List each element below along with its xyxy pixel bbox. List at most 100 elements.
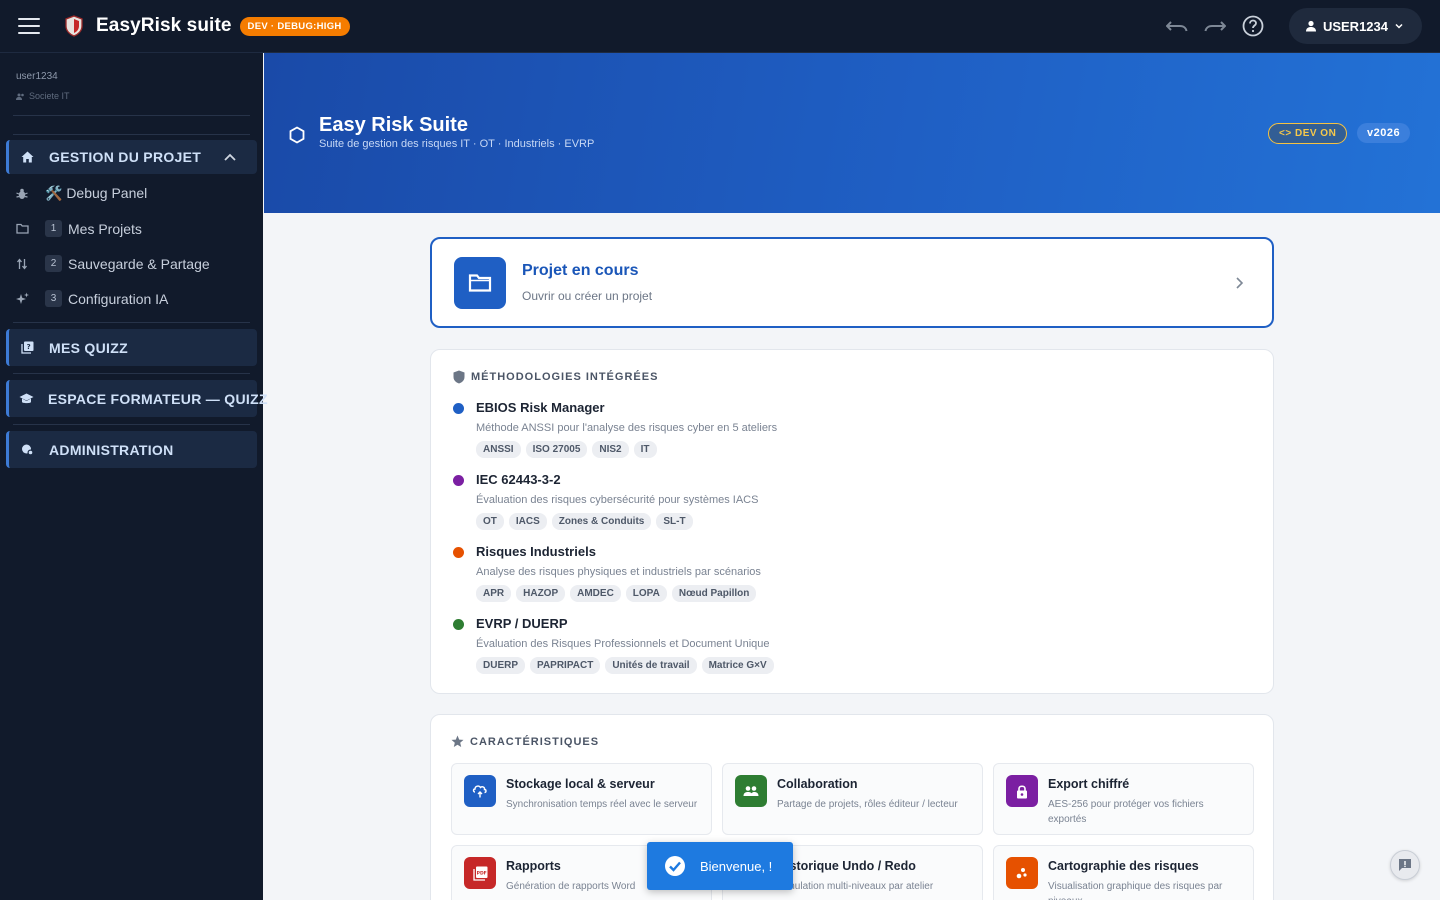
features-card: CARACTÉRISTIQUES Stockage local & serveu… [430, 714, 1274, 900]
methodology-tags: APR HAZOP AMDEC LOPA Nœud Papillon [476, 585, 1251, 602]
feature-title: Rapports [506, 859, 561, 873]
methodologies-card: MÉTHODOLOGIES INTÉGRÉES EBIOS Risk Manag… [430, 349, 1274, 694]
project-title: Projet en cours [522, 262, 639, 279]
admin-icon [19, 442, 35, 458]
feedback-button[interactable] [1390, 850, 1420, 880]
feature-title: Stockage local & serveur [506, 777, 655, 791]
sidebar-item-mes-projets[interactable]: 1 Mes Projets [0, 211, 263, 246]
methodology-tag: NIS2 [592, 441, 629, 458]
lock-icon [1006, 775, 1038, 807]
methodology-color-dot [453, 547, 464, 558]
current-project-card[interactable]: Projet en cours Ouvrir ou créer un proje… [430, 237, 1274, 328]
feature-title: Cartographie des risques [1048, 859, 1199, 873]
methodology-tag: LOPA [625, 585, 667, 602]
feature-description: Synchronisation temps réel avec le serve… [506, 799, 698, 810]
methodology-item: Risques Industriels Analyse des risques … [453, 544, 1251, 602]
sidebar-role: Societe IT [16, 91, 247, 101]
code-icon: <> [1279, 128, 1292, 139]
feature-item[interactable]: Cartographie des risques Visualisation g… [993, 845, 1254, 900]
sidebar-item-configuration-ia[interactable]: 3 Configuration IA [0, 281, 263, 316]
folder-icon [15, 222, 29, 236]
methodology-tag: IACS [508, 513, 547, 530]
redo-icon[interactable] [1203, 14, 1227, 38]
sidebar-section-administration[interactable]: ADMINISTRATION [6, 431, 257, 468]
chevron-down-icon [1395, 23, 1403, 29]
feedback-icon [1399, 859, 1411, 871]
methodology-tag: Matrice G×V [701, 657, 774, 674]
sidebar-item-sauvegarde-partage[interactable]: 2 Sauvegarde & Partage [0, 246, 263, 281]
methodology-tag: SL-T [656, 513, 693, 530]
step-number: 3 [45, 290, 62, 307]
methodology-title: Risques Industriels [476, 544, 596, 559]
undo-icon[interactable] [1165, 14, 1189, 38]
methodology-item: EVRP / DUERP Évaluation des Risques Prof… [453, 616, 1251, 674]
feature-item[interactable]: Collaboration Partage de projets, rôles … [722, 763, 983, 835]
methodology-title: IEC 62443-3-2 [476, 472, 561, 487]
user-menu-button[interactable]: USER1234 [1288, 8, 1422, 44]
methodology-description: Méthode ANSSI pour l'analyse des risques… [476, 422, 778, 434]
methodology-description: Analyse des risques physiques et industr… [476, 566, 761, 578]
methodologies-heading: MÉTHODOLOGIES INTÉGRÉES [453, 370, 1251, 384]
methodology-tag: Unités de travail [605, 657, 697, 674]
feature-description: Visualisation graphique des risques par … [1048, 881, 1223, 900]
methodology-tag: OT [476, 513, 504, 530]
welcome-toast: Bienvenue, ! [647, 842, 793, 890]
methodology-tag: HAZOP [516, 585, 566, 602]
hero-title: Easy Risk Suite [319, 114, 468, 136]
sidebar-item-debug-panel[interactable]: 🛠️ Debug Panel [0, 176, 263, 211]
methodology-title: EBIOS Risk Manager [476, 400, 605, 415]
sidebar-divider [13, 134, 250, 135]
sidebar-divider [13, 322, 250, 323]
methodology-tag: AMDEC [570, 585, 621, 602]
home-icon [19, 149, 35, 165]
menu-icon[interactable] [18, 18, 40, 34]
feature-title: Collaboration [777, 777, 858, 791]
step-number: 2 [45, 255, 62, 272]
chevron-right-icon [1236, 276, 1244, 289]
methodology-description: Évaluation des risques cybersécurité pou… [476, 494, 759, 506]
methodology-tag: PAPRIPACT [530, 657, 601, 674]
sparkle-icon [15, 292, 29, 306]
sidebar-section-espace-formateur[interactable]: ESPACE FORMATEUR — QUIZZ [6, 380, 267, 417]
sidebar-section-mes-quizz[interactable]: ? MES QUIZZ [6, 329, 257, 366]
help-icon[interactable] [1241, 14, 1265, 38]
methodology-item: IEC 62443-3-2 Évaluation des risques cyb… [453, 472, 1251, 530]
methodology-color-dot [453, 475, 464, 486]
sidebar: user1234 Societe IT GESTION DU PROJET 🛠️… [0, 53, 267, 900]
methodology-tag: ISO 27005 [525, 441, 588, 458]
sidebar-divider [13, 424, 250, 425]
svg-text:?: ? [26, 343, 30, 351]
dev-on-badge: <> DEV ON [1268, 123, 1348, 144]
methodology-description: Évaluation des Risques Professionnels et… [476, 638, 770, 650]
feature-item[interactable]: Export chiffré AES-256 pour protéger vos… [993, 763, 1254, 835]
feature-description: Partage de projets, rôles éditeur / lect… [777, 799, 958, 810]
group-icon [16, 93, 24, 100]
methodology-item: EBIOS Risk Manager Méthode ANSSI pour l'… [453, 400, 1251, 458]
pdf-icon: PDF [464, 857, 496, 889]
sidebar-section-gestion-projet[interactable]: GESTION DU PROJET [6, 140, 257, 174]
methodology-tag: DUERP [476, 657, 526, 674]
features-heading: CARACTÉRISTIQUES [451, 735, 1253, 748]
env-badge: DEV · DEBUG:HIGH [239, 16, 350, 36]
methodology-color-dot [453, 403, 464, 414]
methodology-tags: ANSSI ISO 27005 NIS2 IT [476, 441, 1251, 458]
group-icon [735, 775, 767, 807]
methodology-tags: DUERP PAPRIPACT Unités de travail Matrice G… [476, 657, 1251, 674]
bug-icon [15, 187, 29, 201]
sidebar-user-info: user1234 Societe IT [0, 53, 263, 115]
hero-subtitle: Suite de gestion des risques IT · OT · I… [319, 138, 595, 150]
feature-title: Historique Undo / Redo [777, 859, 916, 873]
sidebar-username: user1234 [16, 71, 58, 82]
sidebar-divider [13, 115, 250, 116]
shield-logo-icon [65, 15, 83, 37]
hero-banner: Easy Risk Suite Suite de gestion des ris… [264, 53, 1440, 213]
check-circle-icon [665, 856, 685, 876]
svg-text:PDF: PDF [476, 870, 486, 876]
methodology-color-dot [453, 619, 464, 630]
chevron-up-icon [224, 153, 236, 161]
user-icon [1305, 20, 1316, 32]
project-subtitle: Ouvrir ou créer un projet [522, 289, 653, 303]
feature-item[interactable]: Stockage local & serveur Synchronisation… [451, 763, 712, 835]
star-icon [451, 735, 464, 747]
methodology-tag: ANSSI [476, 441, 521, 458]
